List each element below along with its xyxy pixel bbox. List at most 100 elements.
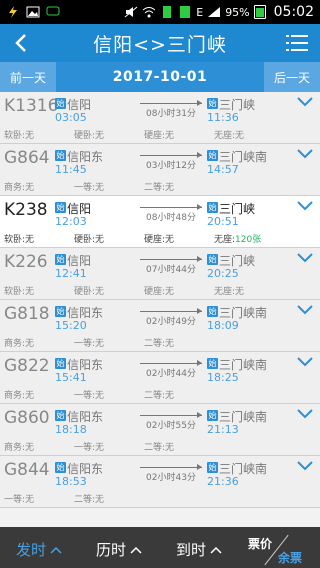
departure-time: 03:05 <box>55 111 87 124</box>
seat-info: 商务:无 <box>4 443 35 453</box>
price-label: 票价 <box>248 537 273 551</box>
duration: 02小时55分 <box>146 421 196 431</box>
seat-info: 软卧:无 <box>4 131 35 141</box>
network-type: E <box>196 5 204 19</box>
menu-button[interactable] <box>282 28 312 58</box>
image-icon <box>26 6 40 18</box>
next-day-button[interactable]: 后一天 <box>264 62 320 92</box>
sort-arrival-button[interactable]: 到时 <box>176 539 222 560</box>
train-number: G860 <box>4 408 50 428</box>
sort-departure-button[interactable]: 发时 <box>16 539 62 560</box>
chevron-down-icon[interactable] <box>296 460 314 472</box>
chevron-down-icon[interactable] <box>296 252 314 264</box>
arrival-time: 14:57 <box>207 163 239 176</box>
duration: 02小时49分 <box>146 317 196 327</box>
chevron-down-icon[interactable] <box>296 304 314 316</box>
chevron-down-icon[interactable] <box>296 148 314 160</box>
download-icon <box>180 6 191 18</box>
app-header: 信阳<>三门峡 <box>0 24 320 62</box>
status-bar: E 95% 05:02 <box>0 0 320 24</box>
arrow-icon <box>140 152 202 158</box>
seat-info: 二等:无 <box>144 183 175 193</box>
arrow-icon <box>140 100 202 106</box>
sort-bar: 发时 历时 到时 票价 余票 <box>0 527 320 568</box>
duration: 07小时44分 <box>146 265 196 275</box>
seat-info: 二等:无 <box>74 495 105 505</box>
seat-info: 一等:无 <box>74 391 105 401</box>
arrow-icon <box>140 412 202 418</box>
train-row[interactable]: G864 始 信阳东 11:45 03小时12分 始 三门峡南 14:57 商务… <box>0 144 320 196</box>
chevron-left-icon <box>15 34 26 52</box>
departure-time: 18:53 <box>55 475 87 488</box>
station-badge-icon: 始 <box>55 306 66 317</box>
seat-info: 无座:无 <box>214 287 245 297</box>
train-row-selected[interactable]: K238 始 信阳 12:03 08小时48分 始 三门峡 20:51 软卧:无… <box>0 196 320 248</box>
train-row[interactable]: K226 始 信阳 12:41 07小时44分 始 三门峡 20:25 软卧:无… <box>0 248 320 300</box>
train-row[interactable]: G860 始 信阳东 18:18 02小时55分 始 三门峡南 21:13 商务… <box>0 404 320 456</box>
departure-time: 18:18 <box>55 423 87 436</box>
arrival-time: 21:13 <box>207 423 239 436</box>
page-title: 信阳<>三门峡 <box>93 33 227 56</box>
train-row[interactable]: G818 始 信阳东 15:20 02小时49分 始 三门峡南 18:09 商务… <box>0 300 320 352</box>
seat-info: 硬卧:无 <box>74 235 105 245</box>
station-badge-icon: 始 <box>55 202 66 213</box>
date-bar: 前一天 2017-10-01 后一天 <box>0 62 320 92</box>
arrow-icon <box>140 256 202 262</box>
train-number: K238 <box>4 200 48 220</box>
chat-icon <box>46 6 60 16</box>
station-badge-icon: 始 <box>207 98 218 109</box>
arrow-icon <box>140 464 202 470</box>
station-badge-icon: 始 <box>207 306 218 317</box>
chevron-up-icon <box>130 546 142 554</box>
prev-day-button[interactable]: 前一天 <box>0 62 56 92</box>
train-row[interactable]: G822 始 信阳东 15:41 02小时44分 始 三门峡南 18:25 商务… <box>0 352 320 404</box>
duration: 08小时31分 <box>146 109 196 119</box>
seat-info: 商务:无 <box>4 183 35 193</box>
station-badge-icon: 始 <box>207 254 218 265</box>
clock: 05:02 <box>273 4 314 20</box>
duration: 02小时43分 <box>146 473 196 483</box>
station-badge-icon: 始 <box>207 410 218 421</box>
departure-time: 15:41 <box>55 371 87 384</box>
sort-duration-button[interactable]: 历时 <box>96 539 142 560</box>
train-row[interactable]: K1316 始 信阳 03:05 08小时31分 始 三门峡 11:36 软卧:… <box>0 92 320 144</box>
chevron-down-icon[interactable] <box>296 200 314 212</box>
seat-info: 硬卧:无 <box>74 131 105 141</box>
seat-info: 硬座:无 <box>144 235 175 245</box>
selected-date[interactable]: 2017-10-01 <box>56 69 264 85</box>
wifi-icon <box>142 7 156 18</box>
train-number: K226 <box>4 252 48 272</box>
sim-icon <box>163 6 172 18</box>
duration: 03小时12分 <box>146 161 196 171</box>
list-menu-icon <box>286 35 308 51</box>
arrival-time: 11:36 <box>207 111 239 124</box>
station-badge-icon: 始 <box>55 254 66 265</box>
seat-info: 一等:无 <box>74 183 105 193</box>
sort-duration-label: 历时 <box>96 541 127 559</box>
chevron-down-icon[interactable] <box>296 356 314 368</box>
train-number: K1316 <box>4 96 59 116</box>
arrow-icon <box>140 360 202 366</box>
mute-icon <box>124 6 138 18</box>
chevron-up-icon <box>210 546 222 554</box>
departure-time: 15:20 <box>55 319 87 332</box>
arrival-time: 20:51 <box>207 215 239 228</box>
station-badge-icon: 始 <box>55 462 66 473</box>
train-row[interactable]: G844 始 信阳东 18:53 02小时43分 始 三门峡南 21:36 一等… <box>0 456 320 508</box>
seat-info: 二等:无 <box>144 443 175 453</box>
arrival-time: 18:25 <box>207 371 239 384</box>
seat-info: 商务:无 <box>4 391 35 401</box>
arrival-time: 20:25 <box>207 267 239 280</box>
station-badge-icon: 始 <box>207 358 218 369</box>
back-button[interactable] <box>6 28 36 58</box>
ticket-label: 余票 <box>278 551 303 565</box>
station-badge-icon: 始 <box>55 410 66 421</box>
seat-info: 无座:无 <box>214 131 245 141</box>
train-number: G822 <box>4 356 50 376</box>
price-ticket-toggle[interactable]: 票价 余票 <box>246 529 310 566</box>
seat-info: 一等:无 <box>4 495 35 505</box>
chevron-down-icon[interactable] <box>296 408 314 420</box>
battery-percent: 95% <box>225 5 250 19</box>
chevron-down-icon[interactable] <box>296 96 314 108</box>
flash-icon <box>9 6 17 18</box>
